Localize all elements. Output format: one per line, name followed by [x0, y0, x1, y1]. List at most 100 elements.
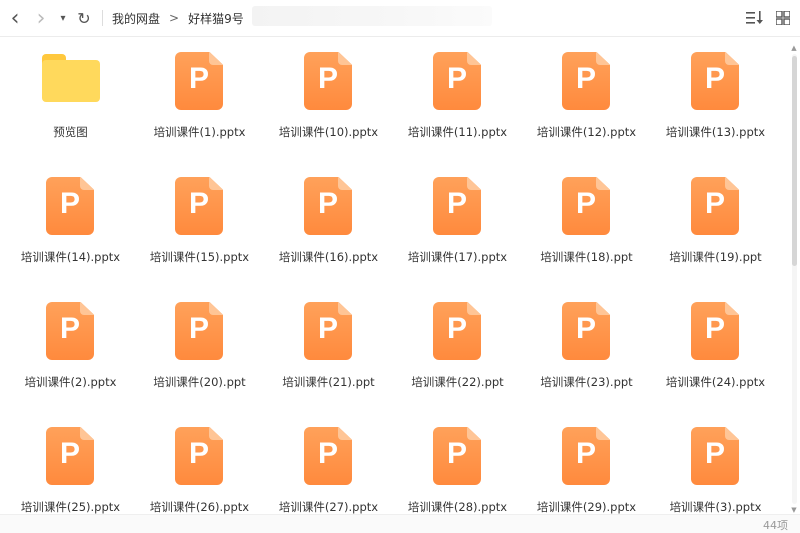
file-name: 培训课件(18).ppt — [540, 250, 633, 264]
history-dropdown-button[interactable]: ▾ — [56, 0, 70, 36]
scrollbar[interactable]: ▲ ▼ — [790, 44, 798, 514]
file-item[interactable]: P 培训课件(29).pptx — [522, 405, 651, 514]
forward-button[interactable]: › — [30, 0, 52, 36]
file-item[interactable]: P 培训课件(21).ppt — [264, 280, 393, 400]
ppt-file-icon: P — [46, 427, 94, 485]
file-item[interactable]: P 培训课件(16).pptx — [264, 155, 393, 275]
file-item[interactable]: P 培训课件(22).ppt — [393, 280, 522, 400]
file-name: 培训课件(19).ppt — [669, 250, 762, 264]
ppt-glyph: P — [704, 187, 725, 220]
file-item[interactable]: P 培训课件(11).pptx — [393, 36, 522, 150]
file-name: 培训课件(21).ppt — [282, 375, 375, 389]
folder-item[interactable]: 预览图 — [6, 36, 135, 150]
file-item[interactable]: P 培训课件(18).ppt — [522, 155, 651, 275]
refresh-button[interactable]: ↻ — [74, 0, 94, 36]
file-item[interactable]: P 培训课件(10).pptx — [264, 36, 393, 150]
ppt-glyph: P — [704, 437, 725, 470]
ppt-file-icon: P — [433, 302, 481, 360]
file-item[interactable]: P 培训课件(19).ppt — [651, 155, 780, 275]
ppt-glyph: P — [575, 312, 596, 345]
ppt-glyph: P — [575, 437, 596, 470]
file-item[interactable]: P 培训课件(1).pptx — [135, 36, 264, 150]
breadcrumb-root[interactable]: 我的网盘 — [112, 10, 160, 27]
file-item[interactable]: P 培训课件(25).pptx — [6, 405, 135, 514]
ppt-file-icon: P — [46, 302, 94, 360]
back-button[interactable]: ‹ — [4, 0, 26, 36]
ppt-file-icon: P — [691, 302, 739, 360]
ppt-badge: P — [304, 177, 352, 235]
ppt-badge: P — [304, 52, 352, 110]
ppt-file-icon: P — [562, 427, 610, 485]
view-mode-button[interactable] — [772, 0, 794, 36]
file-name: 培训课件(17).pptx — [407, 250, 508, 264]
item-count: 44项 — [763, 519, 788, 532]
file-item[interactable]: P 培训课件(12).pptx — [522, 36, 651, 150]
file-name: 培训课件(29).pptx — [536, 500, 637, 514]
ppt-file-icon: P — [433, 177, 481, 235]
chevron-down-icon: ▾ — [60, 12, 66, 24]
file-name: 培训课件(27).pptx — [278, 500, 379, 514]
file-item[interactable]: P 培训课件(24).pptx — [651, 280, 780, 400]
file-item[interactable]: P 培训课件(15).pptx — [135, 155, 264, 275]
ppt-glyph: P — [188, 62, 209, 95]
ppt-badge: P — [562, 52, 610, 110]
scroll-up-icon[interactable]: ▲ — [790, 44, 798, 52]
ppt-file-icon: P — [175, 177, 223, 235]
folder-icon — [42, 52, 100, 110]
ppt-file-icon: P — [691, 177, 739, 235]
file-item[interactable]: P 培训课件(2).pptx — [6, 280, 135, 400]
file-name: 培训课件(25).pptx — [20, 500, 121, 514]
ppt-file-icon: P — [691, 52, 739, 110]
scroll-down-icon[interactable]: ▼ — [790, 506, 798, 514]
ppt-badge: P — [691, 427, 739, 485]
file-item[interactable]: P 培训课件(3).pptx — [651, 405, 780, 514]
ppt-glyph: P — [188, 187, 209, 220]
file-grid: 预览图 P 培训课件(1).pptx P 培训课件(10).pptx P 培训课件(11).… — [6, 36, 786, 514]
ppt-glyph: P — [188, 312, 209, 345]
ppt-glyph: P — [317, 437, 338, 470]
toolbar: ‹ › ▾ ↻ 我的网盘 > 好样猫9号 > — [0, 0, 800, 37]
scroll-thumb[interactable] — [792, 56, 797, 266]
file-item[interactable]: P 培训课件(20).ppt — [135, 280, 264, 400]
ppt-glyph: P — [446, 187, 467, 220]
ppt-badge: P — [304, 302, 352, 360]
ppt-glyph: P — [59, 437, 80, 470]
file-name: 培训课件(23).ppt — [540, 375, 633, 389]
ppt-file-icon: P — [304, 427, 352, 485]
ppt-file-icon: P — [562, 52, 610, 110]
ppt-file-icon: P — [46, 177, 94, 235]
ppt-glyph: P — [317, 187, 338, 220]
file-name: 培训课件(20).ppt — [153, 375, 246, 389]
ppt-file-icon: P — [433, 52, 481, 110]
file-item[interactable]: P 培训课件(26).pptx — [135, 405, 264, 514]
file-item[interactable]: P 培训课件(13).pptx — [651, 36, 780, 150]
ppt-glyph: P — [317, 312, 338, 345]
ppt-badge: P — [691, 52, 739, 110]
file-name: 培训课件(13).pptx — [665, 125, 766, 139]
ppt-badge: P — [46, 177, 94, 235]
ppt-glyph: P — [704, 312, 725, 345]
breadcrumb: 我的网盘 > 好样猫9号 > — [112, 0, 272, 36]
file-name: 培训课件(15).pptx — [149, 250, 250, 264]
ppt-badge: P — [175, 302, 223, 360]
ppt-badge: P — [433, 52, 481, 110]
ppt-glyph: P — [446, 437, 467, 470]
ppt-badge: P — [433, 302, 481, 360]
breadcrumb-redacted — [252, 6, 492, 26]
file-item[interactable]: P 培训课件(17).pptx — [393, 155, 522, 275]
file-item[interactable]: P 培训课件(27).pptx — [264, 405, 393, 514]
file-name: 培训课件(10).pptx — [278, 125, 379, 139]
breadcrumb-folder[interactable]: 好样猫9号 — [188, 10, 244, 27]
ppt-file-icon: P — [691, 427, 739, 485]
ppt-glyph: P — [188, 437, 209, 470]
ppt-glyph: P — [446, 62, 467, 95]
ppt-badge: P — [562, 302, 610, 360]
ppt-badge: P — [46, 427, 94, 485]
file-item[interactable]: P 培训课件(28).pptx — [393, 405, 522, 514]
ppt-badge: P — [175, 52, 223, 110]
ppt-badge: P — [46, 302, 94, 360]
file-item[interactable]: P 培训课件(14).pptx — [6, 155, 135, 275]
ppt-file-icon: P — [304, 52, 352, 110]
sort-button[interactable] — [744, 0, 766, 36]
file-item[interactable]: P 培训课件(23).ppt — [522, 280, 651, 400]
